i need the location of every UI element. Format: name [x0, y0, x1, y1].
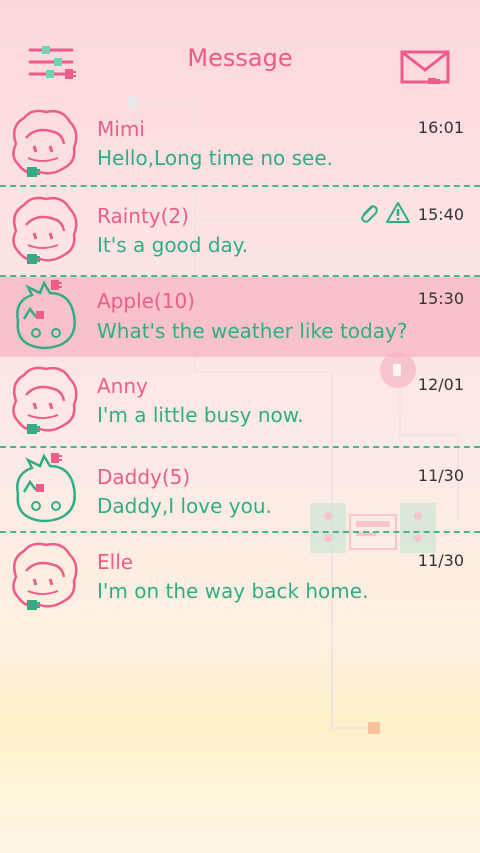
- message-time: 12/01: [417, 375, 464, 394]
- girl-avatar-icon: [12, 366, 78, 434]
- message-time: 16:01: [417, 118, 464, 137]
- girl-avatar: [6, 361, 82, 437]
- message-time: 15:40: [417, 205, 464, 224]
- boy-avatar: [6, 452, 82, 528]
- contact-name: Rainty(2): [97, 204, 189, 228]
- message-preview: Daddy,I love you.: [97, 494, 272, 518]
- girl-avatar: [6, 104, 82, 180]
- app-header: Message: [0, 0, 480, 110]
- girl-avatar: [6, 191, 82, 267]
- conversation-row-selected[interactable]: Apple(10) What's the weather like today?…: [0, 277, 480, 357]
- message-time: 11/30: [417, 551, 464, 570]
- envelope-compose-icon: [400, 50, 450, 84]
- conversation-row[interactable]: Mimi Hello,Long time no see. 16:01: [0, 100, 480, 187]
- message-time: 15:30: [417, 289, 464, 308]
- girl-avatar-icon: [12, 109, 78, 177]
- message-preview: I'm on the way back home.: [97, 579, 369, 603]
- message-time: 11/30: [417, 466, 464, 485]
- girl-avatar: [6, 537, 82, 613]
- message-preview: It's a good day.: [97, 233, 249, 257]
- boy-avatar-icon: [16, 453, 76, 523]
- attachment-icon[interactable]: [356, 201, 380, 225]
- conversation-row[interactable]: Daddy(5) Daddy,I love you. 11/30: [0, 448, 480, 533]
- contact-name: Daddy(5): [97, 465, 191, 489]
- message-preview: I'm a little busy now.: [97, 403, 304, 427]
- contact-name: Mimi: [97, 117, 145, 141]
- conversation-row[interactable]: Elle I'm on the way back home. 11/30: [0, 533, 480, 620]
- boy-avatar: [6, 279, 82, 355]
- conversation-row[interactable]: Anny I'm a little busy now. 12/01: [0, 357, 480, 448]
- conversation-row[interactable]: Rainty(2) It's a good day. 15:40: [0, 187, 480, 277]
- conversation-list: Mimi Hello,Long time no see. 16:01 Raint…: [0, 100, 480, 620]
- boy-avatar-icon: [16, 280, 76, 350]
- contact-name: Anny: [97, 374, 148, 398]
- warning-icon[interactable]: [386, 201, 410, 225]
- contact-name: Elle: [97, 550, 134, 574]
- compose-button[interactable]: [398, 48, 454, 88]
- girl-avatar-icon: [12, 196, 78, 264]
- girl-avatar-icon: [12, 542, 78, 610]
- message-preview: Hello,Long time no see.: [97, 146, 334, 170]
- contact-name: Apple(10): [97, 289, 195, 313]
- message-preview: What's the weather like today?: [97, 319, 408, 343]
